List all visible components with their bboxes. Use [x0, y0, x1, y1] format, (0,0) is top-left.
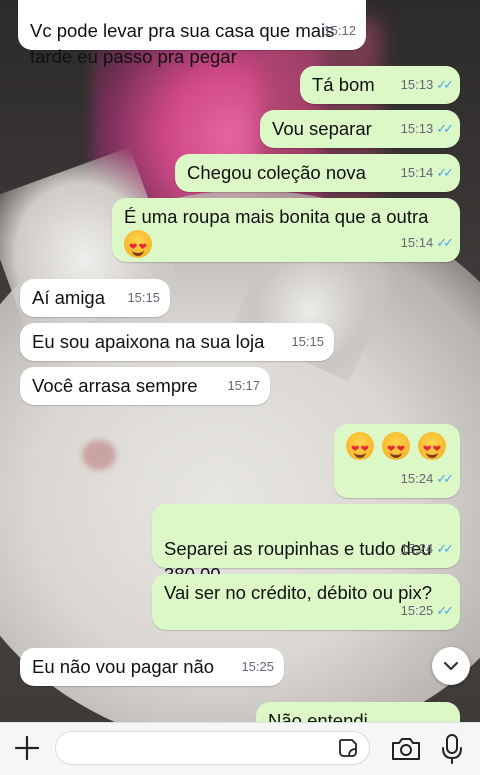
heart-eyes-emoji: [418, 432, 446, 463]
message-time: 15:25 ✓✓: [400, 603, 454, 618]
message-time: 15:14 ✓✓: [400, 235, 454, 250]
message-text: Eu não vou pagar não: [32, 656, 215, 677]
message-outgoing[interactable]: Separei as roupinhas e tudo deu 380,00 1…: [152, 504, 460, 585]
read-ticks-icon: ✓✓: [436, 121, 454, 136]
message-time: 15:13 ✓✓: [400, 121, 454, 136]
message-incoming[interactable]: Vc pode levar pra sua casa que mais tard…: [18, 0, 366, 67]
message-text: Vou separar: [272, 118, 372, 139]
read-ticks-icon: ✓✓: [436, 235, 454, 250]
message-input[interactable]: [55, 731, 370, 765]
message-input-bar: [0, 722, 480, 775]
message-outgoing[interactable]: Vou separar 15:13 ✓✓: [260, 110, 460, 148]
message-time: 15:24 ✓✓: [400, 471, 454, 486]
camera-icon[interactable]: [390, 735, 422, 763]
message-text: Aí amiga: [32, 287, 106, 308]
heart-eyes-emoji: [382, 432, 410, 463]
heart-eyes-emoji: [346, 432, 374, 463]
message-time: 15:14 ✓✓: [400, 165, 454, 180]
microphone-icon[interactable]: [440, 733, 464, 765]
message-outgoing[interactable]: 15:24✓✓: [334, 424, 460, 498]
message-time: 15:13 ✓✓: [400, 77, 454, 92]
sticker-icon[interactable]: [337, 737, 359, 759]
message-text: Tá bom: [312, 74, 375, 95]
message-outgoing[interactable]: Vai ser no crédito, débito ou pix? 15:25…: [152, 574, 460, 630]
read-ticks-icon: ✓✓: [436, 541, 454, 556]
message-time: 15:12: [323, 23, 356, 38]
message-text: Chegou coleção nova: [187, 162, 366, 183]
emoji-row: [346, 432, 448, 463]
read-ticks-icon: ✓✓: [436, 77, 454, 92]
message-outgoing[interactable]: Chegou coleção nova 15:14 ✓✓: [175, 154, 460, 192]
chevron-down-icon: [443, 661, 459, 671]
message-time: 15:17: [227, 378, 260, 393]
message-text: É uma roupa mais bonita que a outra: [124, 206, 429, 227]
scroll-to-bottom-button[interactable]: [432, 647, 470, 685]
message-text: Eu sou apaixona na sua loja: [32, 331, 265, 352]
heart-eyes-emoji: [124, 230, 152, 261]
message-time: 15:15: [291, 334, 324, 349]
read-ticks-icon: ✓✓: [436, 603, 454, 618]
message-time: 15:25: [241, 659, 274, 674]
message-incoming[interactable]: Eu não vou pagar não 15:25: [20, 648, 284, 686]
plus-icon[interactable]: [12, 733, 42, 763]
read-ticks-icon: ✓✓: [436, 471, 454, 486]
message-text: Você arrasa sempre: [32, 375, 198, 396]
message-incoming[interactable]: Aí amiga 15:15: [20, 279, 170, 317]
message-outgoing[interactable]: É uma roupa mais bonita que a outra 15:1…: [112, 198, 460, 262]
message-time: 15:24 ✓✓: [400, 541, 454, 556]
read-ticks-icon: ✓✓: [436, 165, 454, 180]
message-outgoing[interactable]: Tá bom 15:13 ✓✓: [300, 66, 460, 104]
message-incoming[interactable]: Você arrasa sempre 15:17: [20, 367, 270, 405]
message-incoming[interactable]: Eu sou apaixona na sua loja 15:15: [20, 323, 334, 361]
message-time: 15:15: [127, 290, 160, 305]
